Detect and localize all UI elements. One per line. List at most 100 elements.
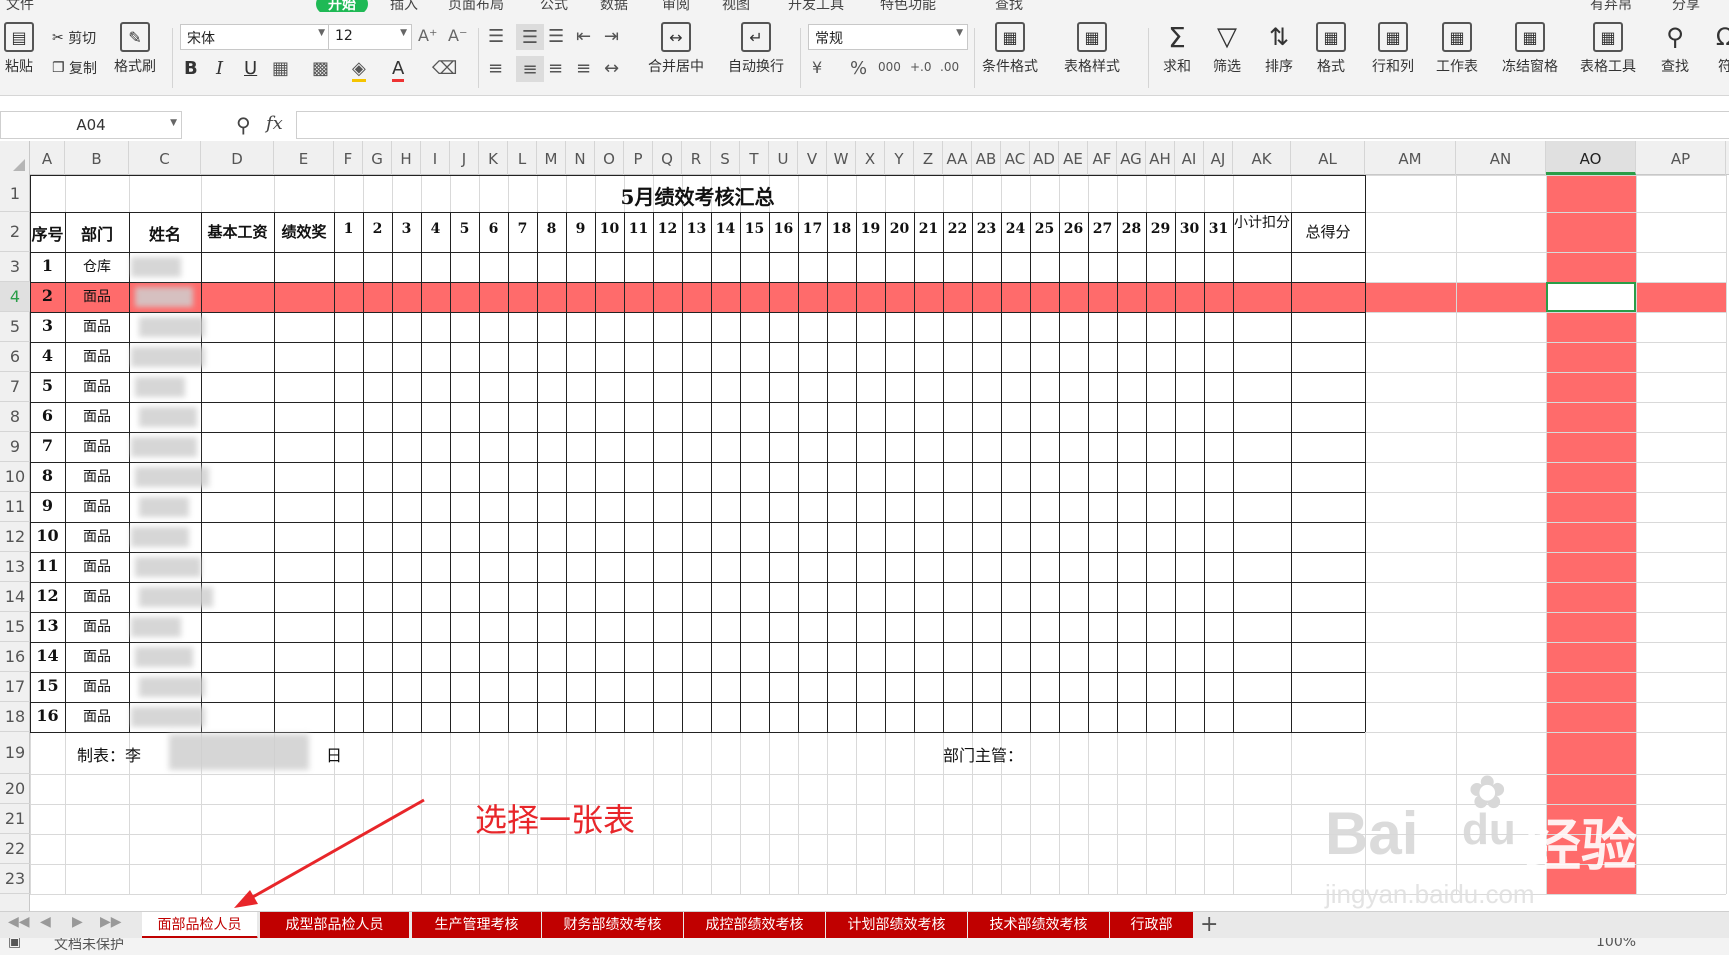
menu-review[interactable]: 审阅 xyxy=(662,0,690,12)
zoom-formula-icon[interactable]: ⚲ xyxy=(236,113,251,137)
menu-developer[interactable]: 开发工具 xyxy=(788,0,844,12)
row-header-12[interactable]: 12 xyxy=(0,522,30,552)
column-header-e[interactable]: E xyxy=(274,141,334,175)
italic-button[interactable]: I xyxy=(216,58,223,79)
column-header-k[interactable]: K xyxy=(479,141,508,175)
eraser-icon[interactable]: ⌫ xyxy=(432,58,457,79)
border-icon[interactable]: ▦ xyxy=(272,58,289,79)
column-header-i[interactable]: I xyxy=(421,141,450,175)
column-header-h[interactable]: H xyxy=(392,141,421,175)
row-header-6[interactable]: 6 xyxy=(0,342,30,372)
justify-icon[interactable]: ≡ xyxy=(576,58,591,79)
align-middle-icon[interactable]: ☰ xyxy=(516,24,544,50)
row-header-10[interactable]: 10 xyxy=(0,462,30,492)
tab-planning[interactable]: 计划部绩效考核 xyxy=(826,912,968,939)
symbol-button[interactable]: Ω 符 xyxy=(1710,22,1729,76)
column-header-ag[interactable]: AG xyxy=(1117,141,1146,175)
column-header-f[interactable]: F xyxy=(334,141,363,175)
select-all-corner[interactable] xyxy=(0,141,30,175)
last-sheet-icon[interactable]: ▶▶ xyxy=(100,914,122,930)
menu-search[interactable]: 查找 xyxy=(995,0,1023,12)
sort-button[interactable]: ⇅ 排序 xyxy=(1264,22,1294,76)
column-header-ap[interactable]: AP xyxy=(1636,141,1726,175)
next-sheet-icon[interactable]: ▶ xyxy=(72,914,83,930)
prev-sheet-icon[interactable]: ◀ xyxy=(40,914,51,930)
align-bottom-icon[interactable]: ☰ xyxy=(548,26,564,47)
column-header-q[interactable]: Q xyxy=(653,141,682,175)
menu-share[interactable]: 分享 xyxy=(1672,0,1700,12)
column-header-c[interactable]: C xyxy=(129,141,201,175)
align-right-icon[interactable]: ≡ xyxy=(548,58,563,79)
distribute-icon[interactable]: ↔ xyxy=(604,58,619,79)
column-header-ah[interactable]: AH xyxy=(1146,141,1175,175)
row-header-18[interactable]: 18 xyxy=(0,702,30,732)
align-left-icon[interactable]: ≡ xyxy=(488,58,503,79)
row-header-4[interactable]: 4 xyxy=(0,282,30,312)
column-header-ad[interactable]: AD xyxy=(1030,141,1059,175)
align-center-icon[interactable]: ≡ xyxy=(516,56,544,82)
menu-features[interactable]: 特色功能 xyxy=(880,0,936,12)
row-header-16[interactable]: 16 xyxy=(0,642,30,672)
tab-finance[interactable]: 财务部绩效考核 xyxy=(542,912,684,939)
add-sheet-button[interactable]: + xyxy=(1200,912,1218,937)
decrease-decimal-button[interactable]: .00 xyxy=(940,60,959,74)
format-painter-button[interactable]: ✎ 格式刷 xyxy=(114,22,156,76)
column-header-s[interactable]: S xyxy=(711,141,740,175)
column-header-p[interactable]: P xyxy=(624,141,653,175)
column-header-g[interactable]: G xyxy=(363,141,392,175)
row-header-2[interactable]: 2 xyxy=(0,212,30,252)
row-header-14[interactable]: 14 xyxy=(0,582,30,612)
column-header-u[interactable]: U xyxy=(769,141,798,175)
row-header-1[interactable]: 1 xyxy=(0,175,30,212)
protect-status[interactable]: 文档未保护 xyxy=(54,938,124,954)
column-header-m[interactable]: M xyxy=(537,141,566,175)
column-header-an[interactable]: AN xyxy=(1456,141,1546,175)
font-name-select[interactable]: 宋体 ▼ xyxy=(180,24,330,50)
indent-increase-icon[interactable]: ⇥ xyxy=(604,26,619,47)
currency-button[interactable]: ¥ xyxy=(812,58,822,77)
menu-home[interactable]: 开始 xyxy=(316,0,368,12)
fill-pattern-icon[interactable]: ▩ xyxy=(312,58,329,79)
rows-cols-button[interactable]: ▦ 行和列 xyxy=(1372,22,1414,76)
column-header-j[interactable]: J xyxy=(450,141,479,175)
column-header-r[interactable]: R xyxy=(682,141,711,175)
merge-center-button[interactable]: ↔ 合并居中 xyxy=(648,22,704,76)
table-tools-button[interactable]: ▦ 表格工具 xyxy=(1580,22,1636,76)
column-header-y[interactable]: Y xyxy=(885,141,914,175)
tab-technical[interactable]: 技术部绩效考核 xyxy=(968,912,1110,939)
percent-button[interactable]: % xyxy=(850,58,867,79)
column-header-al[interactable]: AL xyxy=(1291,141,1365,175)
increase-font-icon[interactable]: A⁺ xyxy=(418,26,437,45)
format-button[interactable]: ▦ 格式 xyxy=(1316,22,1346,76)
column-header-l[interactable]: L xyxy=(508,141,537,175)
fill-color-icon[interactable]: ◈ xyxy=(352,58,366,82)
fx-icon[interactable]: fx xyxy=(266,113,283,134)
row-header-20[interactable]: 20 xyxy=(0,774,30,804)
worksheet-button[interactable]: ▦ 工作表 xyxy=(1436,22,1478,76)
row-header-15[interactable]: 15 xyxy=(0,612,30,642)
formula-input[interactable] xyxy=(296,111,1729,139)
row-header-9[interactable]: 9 xyxy=(0,432,30,462)
row-header-7[interactable]: 7 xyxy=(0,372,30,402)
tab-production-mgmt[interactable]: 生产管理考核 xyxy=(412,912,542,939)
menu-formulas[interactable]: 公式 xyxy=(540,0,568,12)
row-header-5[interactable]: 5 xyxy=(0,312,30,342)
row-header-11[interactable]: 11 xyxy=(0,492,30,522)
column-header-af[interactable]: AF xyxy=(1088,141,1117,175)
column-header-ae[interactable]: AE xyxy=(1059,141,1088,175)
decrease-font-icon[interactable]: A⁻ xyxy=(448,26,467,45)
name-box[interactable]: A04 ▼ xyxy=(0,111,182,139)
zoom-level[interactable]: 100% xyxy=(1596,938,1636,950)
table-style-button[interactable]: ▦ 表格样式 xyxy=(1064,22,1120,76)
column-header-x[interactable]: X xyxy=(856,141,885,175)
row-header-19[interactable]: 19 xyxy=(0,732,30,774)
tab-molding-inspection[interactable]: 成型部品检人员 xyxy=(260,912,410,939)
column-header-z[interactable]: Z xyxy=(914,141,943,175)
row-header-13[interactable]: 13 xyxy=(0,552,30,582)
cut-button[interactable]: ✂ 剪切 xyxy=(52,28,96,48)
tab-admin[interactable]: 行政部 xyxy=(1110,912,1194,939)
conditional-format-button[interactable]: ▦ 条件格式 xyxy=(982,22,1038,76)
font-color-button[interactable]: A xyxy=(392,58,405,82)
column-header-ac[interactable]: AC xyxy=(1001,141,1030,175)
thousands-button[interactable]: 000 xyxy=(878,60,901,74)
